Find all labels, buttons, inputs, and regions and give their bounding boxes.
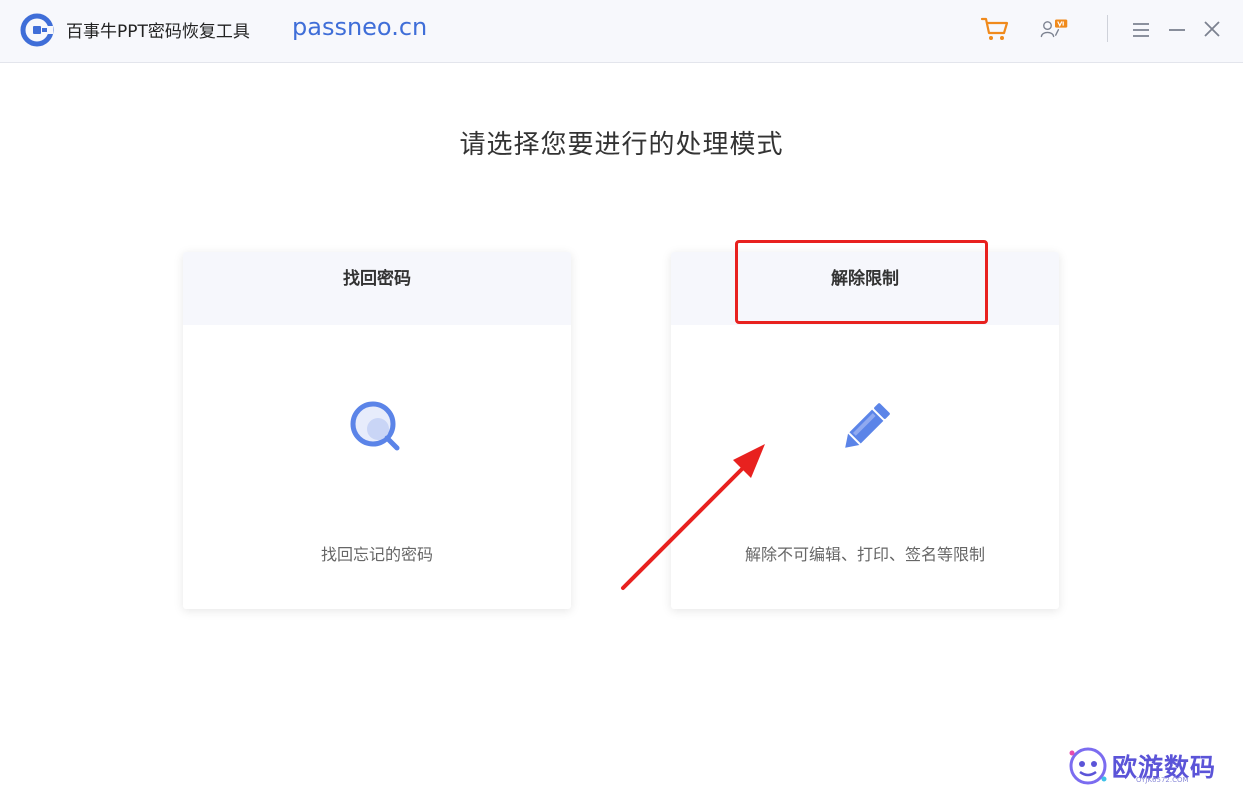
- annotation-arrow-icon: [621, 444, 765, 590]
- app-title: 百事牛PPT密码恢复工具: [66, 22, 250, 42]
- toolbar-divider: [1107, 15, 1108, 42]
- cart-icon[interactable]: [980, 14, 1010, 44]
- recover-password-card[interactable]: 找回密码 找回忘记的密码: [183, 252, 571, 609]
- magnifier-icon: [350, 401, 400, 451]
- menu-icon[interactable]: [1129, 18, 1153, 42]
- title-bar: 百事牛PPT密码恢复工具 passneo.cn: [0, 0, 1243, 63]
- minimize-icon[interactable]: [1165, 18, 1189, 42]
- card-title: 找回密码: [343, 269, 411, 289]
- app-logo-icon: [20, 13, 54, 47]
- card-header: 找回密码: [183, 252, 571, 325]
- page-heading: 请选择您要进行的处理模式: [459, 130, 784, 160]
- site-url-text: passneo.cn: [292, 13, 428, 41]
- annotation-highlight-box: [735, 240, 988, 324]
- user-vip-icon[interactable]: [1040, 14, 1070, 44]
- pencil-icon: [845, 403, 890, 448]
- card-description: 找回忘记的密码: [320, 545, 433, 564]
- close-icon[interactable]: [1200, 17, 1224, 41]
- watermark-subtext: OYJK6572.COM: [1136, 776, 1189, 784]
